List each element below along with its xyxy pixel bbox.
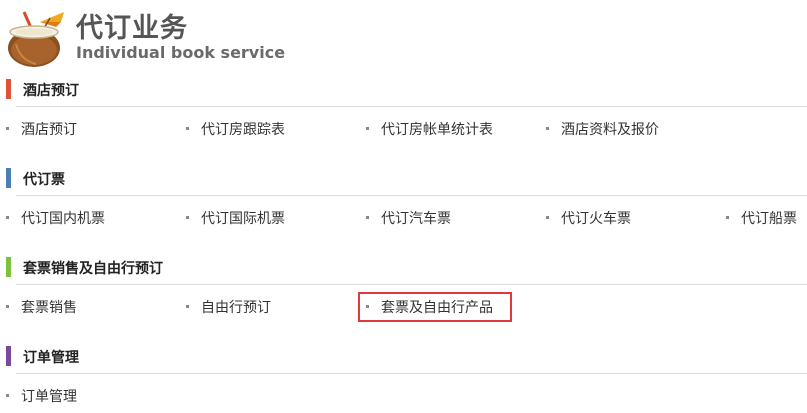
section-divider [16, 106, 807, 107]
bullet-icon [6, 394, 9, 397]
section-color-bar [6, 79, 11, 99]
link-label: 自由行预订 [201, 300, 271, 316]
link-label: 代订房跟踪表 [201, 122, 285, 138]
bullet-icon [546, 127, 549, 130]
section-divider [16, 373, 807, 374]
bullet-icon [186, 216, 189, 219]
section-title: 套票销售及自由行预订 [23, 261, 163, 277]
section-title: 代订票 [23, 172, 65, 188]
section-divider [16, 284, 807, 285]
section-color-bar [6, 168, 11, 188]
section-header: 订单管理 [6, 345, 807, 367]
coconut-drink-icon [8, 11, 64, 67]
section-color-bar [6, 346, 11, 366]
link-label: 代订火车票 [561, 211, 631, 227]
bullet-icon [366, 127, 369, 130]
bullet-icon [186, 127, 189, 130]
header: 代订业务 Individual book service [0, 0, 807, 72]
bullet-icon [546, 216, 549, 219]
section-divider [16, 195, 807, 196]
link-label: 代订国内机票 [21, 211, 105, 227]
bullet-icon [726, 216, 729, 219]
page-subtitle: Individual book service [76, 43, 286, 62]
section-hotel-booking: 酒店预订 酒店预订 代订房跟踪表 代订房帐单统计表 酒店资料及报价 [0, 78, 807, 148]
link-label: 代订国际机票 [201, 211, 285, 227]
section-color-bar [6, 257, 11, 277]
page-title: 代订业务 [76, 13, 188, 44]
link-label: 酒店资料及报价 [561, 122, 659, 138]
link-label: 代订房帐单统计表 [381, 122, 493, 138]
section-header: 代订票 [6, 167, 807, 189]
section-title: 酒店预订 [23, 83, 79, 99]
bullet-icon [6, 127, 9, 130]
section-title: 订单管理 [23, 350, 79, 366]
link-label: 代订船票 [741, 211, 797, 227]
bullet-icon [6, 305, 9, 308]
link-label: 套票销售 [21, 300, 77, 316]
page: 代订业务 Individual book service 酒店预订 酒店预订 代… [0, 0, 807, 413]
section-header: 酒店预订 [6, 78, 807, 100]
bullet-icon [366, 216, 369, 219]
link-label: 套票及自由行产品 [381, 300, 493, 316]
section-ticket-booking: 代订票 代订国内机票 代订国际机票 代订汽车票 代订火车票 代订船票 [0, 167, 807, 237]
link-label: 代订汽车票 [381, 211, 451, 227]
bullet-icon [186, 305, 189, 308]
link-label: 酒店预订 [21, 122, 77, 138]
bullet-icon [6, 216, 9, 219]
section-order-management: 订单管理 订单管理 [0, 345, 807, 413]
bullet-icon [366, 305, 369, 308]
section-package-travel: 套票销售及自由行预订 套票销售 自由行预订 套票及自由行产品 [0, 256, 807, 326]
link-label: 订单管理 [21, 389, 77, 405]
section-header: 套票销售及自由行预订 [6, 256, 807, 278]
